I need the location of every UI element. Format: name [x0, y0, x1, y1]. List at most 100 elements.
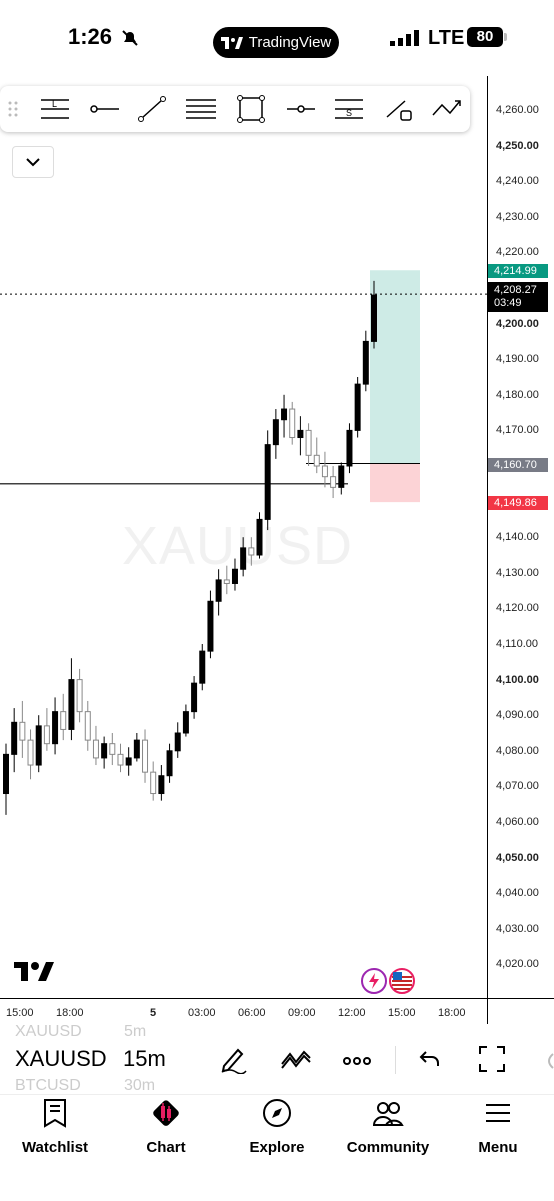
price-tick-label: 4,020.00	[496, 958, 539, 971]
price-tick-label: 4,100.00	[496, 673, 539, 686]
candle-body	[346, 429, 353, 467]
long-position-icon[interactable]: L	[38, 92, 72, 126]
horizontal-ray-icon[interactable]	[88, 92, 122, 126]
candle-body	[11, 721, 18, 755]
candle-body	[84, 711, 91, 741]
nav-label: Watchlist	[21, 1139, 89, 1156]
price-tick-label: 4,090.00	[496, 709, 539, 722]
nav-chart[interactable]: Chart	[116, 1098, 216, 1156]
redo-partial-icon[interactable]	[544, 1052, 554, 1075]
tradingview-logo-icon	[14, 960, 56, 987]
svg-text:L: L	[52, 99, 57, 109]
candle-body	[150, 771, 157, 795]
nav-menu[interactable]: Menu	[448, 1098, 548, 1156]
candle-body	[297, 429, 304, 439]
nav-label: Community	[346, 1139, 430, 1156]
time-tick-label: 15:00	[388, 1007, 416, 1019]
tradingview-logo-icon	[220, 36, 243, 49]
candle-body	[199, 650, 206, 684]
candle-body	[240, 547, 247, 570]
price-tick-label: 4,110.00	[496, 638, 539, 650]
candle-body	[27, 739, 34, 766]
price-tick-label: 4,050.00	[496, 851, 539, 864]
price-tick-label: 4,250.00	[496, 139, 539, 152]
nav-community[interactable]: Community	[338, 1098, 438, 1156]
price-chart[interactable]	[0, 76, 487, 998]
nav-explore[interactable]: Explore	[227, 1098, 327, 1156]
undo-icon[interactable]	[418, 1046, 442, 1075]
ghost-symbol-bottom: BTCUSD	[15, 1077, 81, 1094]
candle-body	[52, 711, 59, 745]
toolbar-divider	[395, 1046, 396, 1074]
candle-body	[281, 408, 288, 421]
explore-icon	[263, 1099, 291, 1127]
time-tick-label: 15:00	[6, 1007, 34, 1019]
candle-body	[117, 753, 124, 766]
trend-line-icon[interactable]	[135, 92, 169, 126]
parallel-channel-icon[interactable]	[184, 92, 218, 126]
interval-selector[interactable]: 15m	[123, 1046, 166, 1072]
price-tick-label: 4,040.00	[496, 887, 539, 900]
price-tick-label: 4,190.00	[496, 353, 539, 366]
candle-body	[92, 739, 99, 759]
time-tick-label: 5	[150, 1007, 157, 1019]
candle-body	[166, 750, 173, 777]
candle-body	[35, 725, 42, 766]
current-price-value: 4,208.27	[494, 284, 537, 296]
candle-body	[19, 721, 26, 741]
signal-icon	[390, 30, 420, 51]
drag-handle-icon[interactable]	[2, 92, 24, 126]
candle-body	[68, 679, 75, 730]
candle-body	[362, 340, 369, 385]
candle-body	[207, 600, 214, 652]
chart-icon	[153, 1100, 179, 1126]
short-position-icon[interactable]: S	[332, 92, 366, 126]
candle-body	[256, 518, 263, 556]
price-tick-label: 4,260.00	[496, 104, 539, 116]
price-tick-label: 4,140.00	[496, 531, 539, 544]
price-tick-label: 4,180.00	[496, 388, 539, 401]
brush-icon[interactable]	[382, 92, 416, 126]
battery-indicator: 80	[467, 27, 503, 47]
rectangle-icon[interactable]	[234, 92, 268, 126]
price-tick-label: 4,170.00	[496, 424, 539, 437]
candle-body	[289, 408, 296, 439]
tradingview-pill[interactable]: TradingView	[213, 27, 339, 58]
price-tick-label: 4,030.00	[496, 922, 539, 935]
time-tick-label: 18:00	[438, 1007, 466, 1019]
status-time: 1:26	[68, 24, 113, 49]
path-icon[interactable]	[430, 92, 464, 126]
candle-body	[191, 682, 198, 713]
lightning-icon[interactable]	[360, 967, 388, 1000]
nav-label: Menu	[478, 1139, 518, 1156]
time-tick-label: 09:00	[288, 1007, 316, 1019]
time-axis-border	[0, 998, 554, 999]
candle-body	[3, 753, 9, 795]
collapse-panel-button[interactable]	[12, 146, 54, 178]
indicators-icon[interactable]	[280, 1046, 312, 1075]
more-icon[interactable]	[342, 1053, 372, 1071]
candle-body	[272, 419, 279, 446]
pen-icon[interactable]	[218, 1044, 248, 1079]
candle-body	[76, 679, 83, 713]
target-zone	[370, 270, 420, 464]
current-price-label: 4,208.27 03:49	[488, 282, 548, 312]
ghost-interval-bottom: 30m	[124, 1077, 156, 1094]
candle-body	[174, 732, 181, 752]
nav-watchlist[interactable]: Watchlist	[5, 1098, 105, 1156]
bar-countdown: 03:49	[494, 297, 522, 309]
us-flag-icon[interactable]	[388, 967, 416, 1000]
candle-body	[60, 711, 67, 730]
fullscreen-icon[interactable]	[477, 1044, 507, 1079]
horizontal-line-icon[interactable]	[284, 92, 318, 126]
price-tick-label: 4,080.00	[496, 744, 539, 757]
price-tick-label: 4,070.00	[496, 780, 539, 793]
candle-body	[330, 476, 337, 488]
time-tick-label: 18:00	[56, 1007, 84, 1019]
price-tick-label: 4,220.00	[496, 246, 539, 259]
candle-body	[248, 547, 255, 556]
chevron-down-icon	[26, 158, 40, 167]
candle-body	[371, 294, 377, 342]
candle-body	[338, 465, 345, 488]
symbol-selector[interactable]: XAUUSD	[15, 1046, 107, 1072]
